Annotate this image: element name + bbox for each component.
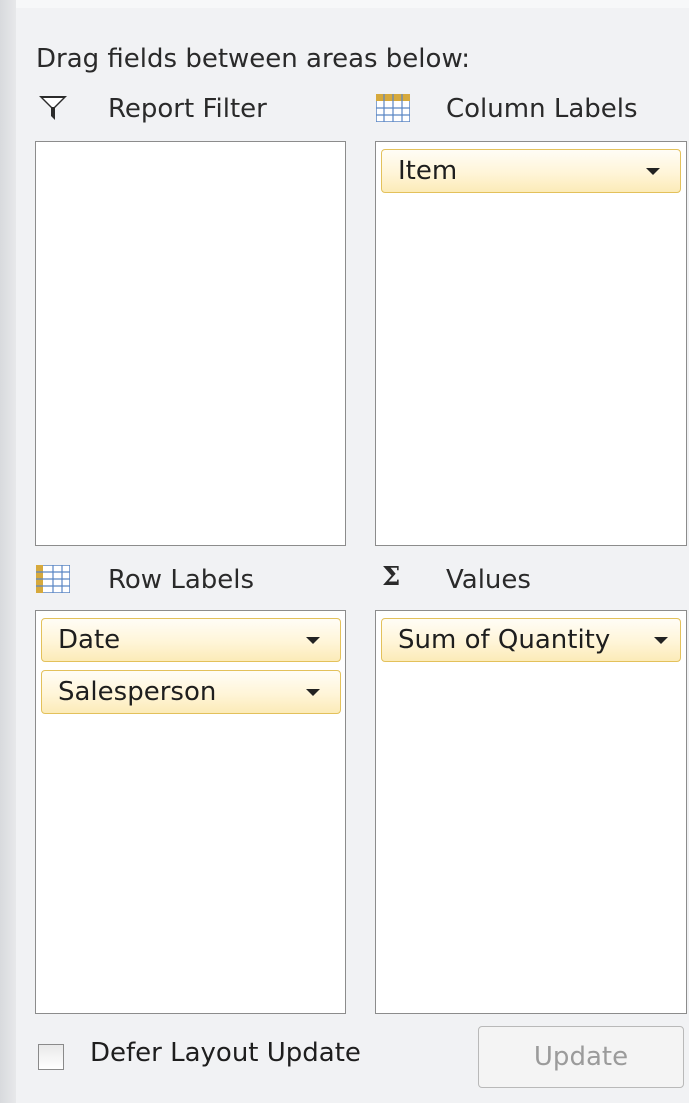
report-filter-label: Report Filter [108, 94, 267, 124]
chevron-down-icon[interactable] [306, 689, 320, 696]
grid-icon [36, 565, 70, 593]
values-area[interactable]: Sum of Quantity [375, 610, 687, 1014]
row-labels-area[interactable]: Date Salesperson [35, 610, 346, 1014]
field-chip-sum-of-quantity[interactable]: Sum of Quantity [381, 618, 681, 662]
filter-icon [39, 96, 67, 120]
chevron-down-icon[interactable] [654, 637, 668, 644]
defer-layout-checkbox[interactable] [38, 1044, 64, 1070]
update-button[interactable]: Update [478, 1026, 684, 1088]
column-labels-label: Column Labels [446, 94, 638, 124]
chevron-down-icon[interactable] [646, 168, 660, 175]
field-chip-date[interactable]: Date [41, 618, 341, 662]
grid-icon [376, 94, 410, 122]
report-filter-area[interactable] [35, 141, 346, 546]
field-chip-label: Date [58, 625, 121, 655]
sigma-icon: Σ [382, 562, 401, 592]
row-labels-label: Row Labels [108, 565, 255, 595]
chevron-down-icon[interactable] [306, 637, 320, 644]
defer-layout-label[interactable]: Defer Layout Update [90, 1038, 361, 1068]
values-label: Values [446, 565, 531, 595]
field-chip-label: Salesperson [58, 677, 217, 707]
field-chip-salesperson[interactable]: Salesperson [41, 670, 341, 714]
instructions-text: Drag fields between areas below: [36, 44, 471, 74]
field-chip-label: Sum of Quantity [398, 625, 611, 655]
field-chip-item[interactable]: Item [381, 149, 681, 193]
column-labels-area[interactable]: Item [375, 141, 687, 546]
field-chip-label: Item [398, 156, 458, 186]
